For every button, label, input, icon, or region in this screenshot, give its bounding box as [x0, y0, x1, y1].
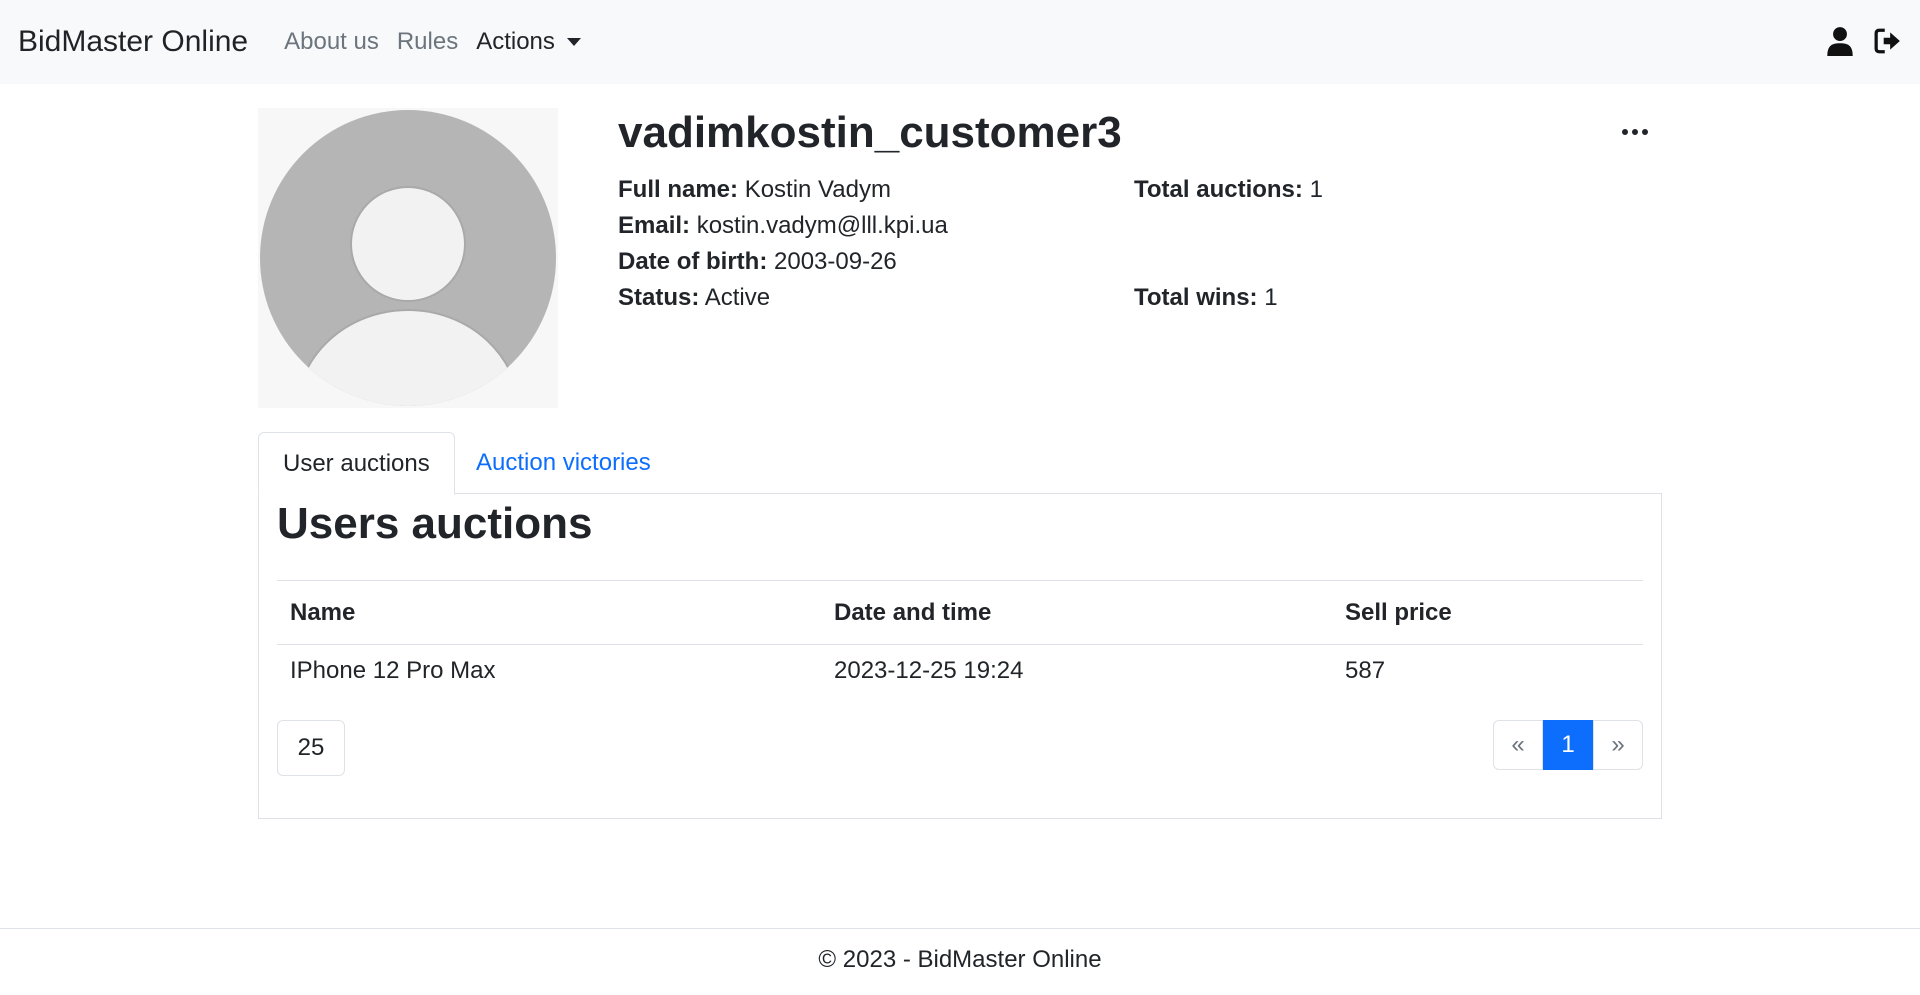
logout-icon[interactable]: [1874, 26, 1902, 56]
total-auctions-value: 1: [1309, 176, 1323, 203]
pagination-prev-button[interactable]: «: [1493, 720, 1543, 770]
footer-text: © 2023 - BidMaster Online: [818, 946, 1102, 973]
user-icon[interactable]: [1826, 26, 1854, 56]
pagination-page-1[interactable]: 1: [1543, 720, 1593, 770]
pagination-next-button[interactable]: »: [1593, 720, 1643, 770]
caret-down-icon: [566, 38, 581, 46]
page-size-select[interactable]: 25: [277, 720, 345, 776]
column-header-name[interactable]: Name: [277, 580, 821, 645]
panel-title: Users auctions: [277, 499, 593, 548]
total-wins-row: Total wins: 1: [1134, 280, 1278, 316]
nav-link-about-us[interactable]: About us: [284, 28, 379, 56]
full-name-row: Full name: Kostin Vadym: [618, 172, 891, 208]
status-row: Status: Active: [618, 280, 770, 316]
full-name-label: Full name:: [618, 176, 739, 203]
dob-label: Date of birth:: [618, 248, 768, 275]
email-row: Email: kostin.vadym@lll.kpi.ua: [618, 208, 948, 244]
top-navbar: BidMaster Online About us Rules Actions: [0, 0, 1920, 84]
actions-dropdown-label: Actions: [476, 28, 555, 55]
pagination: « 1 »: [1493, 720, 1643, 770]
email-value: kostin.vadym@lll.kpi.ua: [696, 212, 948, 239]
column-header-sell-price[interactable]: Sell price: [1332, 580, 1643, 645]
cell-name: IPhone 12 Pro Max: [290, 657, 496, 684]
actions-dropdown[interactable]: Actions: [476, 28, 581, 56]
more-options-icon[interactable]: [1622, 122, 1652, 142]
table-row[interactable]: IPhone 12 Pro Max 2023-12-25 19:24 587: [277, 645, 1643, 698]
tab-panel: Users auctions Name Date and time Sell p…: [258, 493, 1662, 819]
full-name-value: Kostin Vadym: [744, 176, 891, 203]
total-wins-value: 1: [1264, 284, 1278, 311]
navbar-right-icons: [1826, 26, 1902, 56]
tab-user-auctions[interactable]: User auctions: [258, 432, 455, 495]
cell-sell-price: 587: [1345, 657, 1386, 684]
profile-username: vadimkostin_customer3: [618, 108, 1122, 157]
auctions-table: Name Date and time Sell price IPhone 12 …: [277, 580, 1643, 697]
status-value: Active: [704, 284, 771, 311]
cell-date-time: 2023-12-25 19:24: [834, 657, 1024, 684]
table-header-row: Name Date and time Sell price: [277, 580, 1643, 645]
brand-link[interactable]: BidMaster Online: [18, 25, 248, 59]
tab-auction-victories[interactable]: Auction victories: [452, 432, 675, 493]
email-label: Email:: [618, 212, 691, 239]
total-wins-label: Total wins:: [1134, 284, 1258, 311]
dob-value: 2003-09-26: [774, 248, 897, 275]
footer: © 2023 - BidMaster Online: [0, 928, 1920, 995]
avatar: [258, 108, 558, 408]
column-header-date-time[interactable]: Date and time: [821, 580, 1332, 645]
total-auctions-label: Total auctions:: [1134, 176, 1303, 203]
nav-link-rules[interactable]: Rules: [397, 28, 458, 56]
dob-row: Date of birth: 2003-09-26: [618, 244, 897, 280]
total-auctions-row: Total auctions: 1: [1134, 172, 1323, 208]
status-label: Status:: [618, 284, 700, 311]
